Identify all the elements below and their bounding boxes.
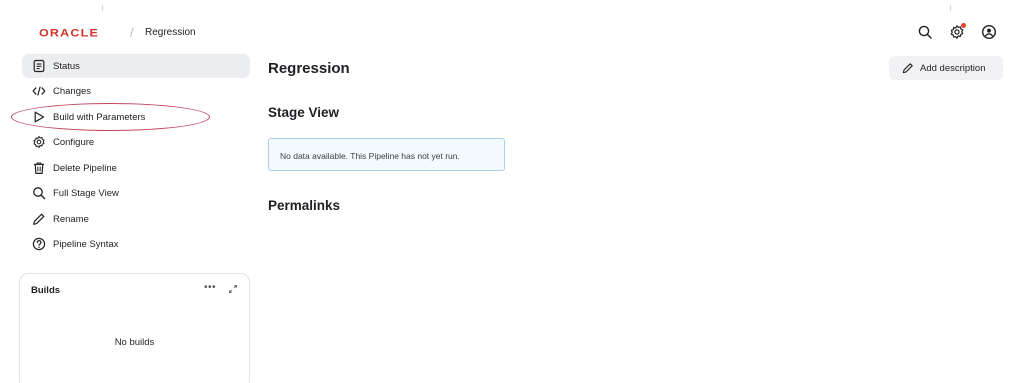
builds-title: Builds bbox=[31, 285, 61, 296]
pencil-icon bbox=[902, 62, 914, 74]
add-description-label: Add description bbox=[920, 62, 986, 74]
no-builds-text: No builds bbox=[114, 337, 155, 348]
breadcrumb-separator: / bbox=[130, 25, 134, 40]
sidebar-item-changes[interactable]: Changes bbox=[22, 79, 250, 103]
sidebar-item-label: Pipeline Syntax bbox=[53, 238, 119, 250]
sidebar-item-label: Changes bbox=[53, 85, 92, 97]
sidebar-item-label: Build with Parameters bbox=[53, 111, 146, 123]
document-icon bbox=[31, 58, 47, 74]
sidebar-item-status[interactable]: Status bbox=[22, 54, 250, 78]
top-tick bbox=[102, 5, 103, 11]
sidebar-item-build-with-parameters[interactable]: Build with Parameters bbox=[22, 105, 250, 129]
builds-panel: Builds ••• No builds bbox=[19, 273, 250, 383]
play-icon bbox=[31, 109, 47, 125]
sidebar-item-rename[interactable]: Rename bbox=[22, 207, 250, 231]
breadcrumb-regression[interactable]: Regression bbox=[145, 27, 196, 38]
sidebar-item-pipeline-syntax[interactable]: Pipeline Syntax bbox=[22, 232, 250, 256]
add-description-button[interactable]: Add description bbox=[889, 56, 1003, 80]
sidebar-item-label: Rename bbox=[53, 213, 89, 225]
top-tick bbox=[950, 5, 951, 11]
sidebar-item-full-stage-view[interactable]: Full Stage View bbox=[22, 181, 250, 205]
help-icon bbox=[31, 236, 47, 252]
pencil-icon bbox=[31, 211, 47, 227]
sidebar-item-label: Delete Pipeline bbox=[53, 162, 117, 174]
sidebar-item-label: Configure bbox=[53, 136, 95, 148]
code-icon bbox=[31, 83, 47, 99]
sidebar-item-label: Status bbox=[53, 60, 80, 72]
expand-icon[interactable] bbox=[227, 283, 239, 295]
search-icon[interactable] bbox=[917, 24, 933, 40]
sidebar-item-configure[interactable]: Configure bbox=[22, 130, 250, 154]
gear-icon[interactable] bbox=[949, 23, 966, 40]
permalinks-heading: Permalinks bbox=[268, 198, 341, 213]
stage-view-heading: Stage View bbox=[268, 105, 340, 120]
header: ORACLE / Regression bbox=[0, 18, 1036, 48]
sidebar-item-label: Full Stage View bbox=[53, 187, 119, 199]
page-title: Regression bbox=[268, 60, 350, 77]
gear-icon bbox=[31, 134, 47, 150]
more-icon[interactable]: ••• bbox=[204, 282, 216, 293]
no-data-message: No data available. This Pipeline has not… bbox=[268, 138, 505, 171]
oracle-logo[interactable]: ORACLE bbox=[39, 27, 99, 39]
sidebar-item-delete-pipeline[interactable]: Delete Pipeline bbox=[22, 156, 250, 180]
notification-dot bbox=[961, 23, 966, 28]
search-icon bbox=[31, 185, 47, 201]
trash-icon bbox=[31, 160, 47, 176]
user-icon[interactable] bbox=[981, 24, 997, 40]
